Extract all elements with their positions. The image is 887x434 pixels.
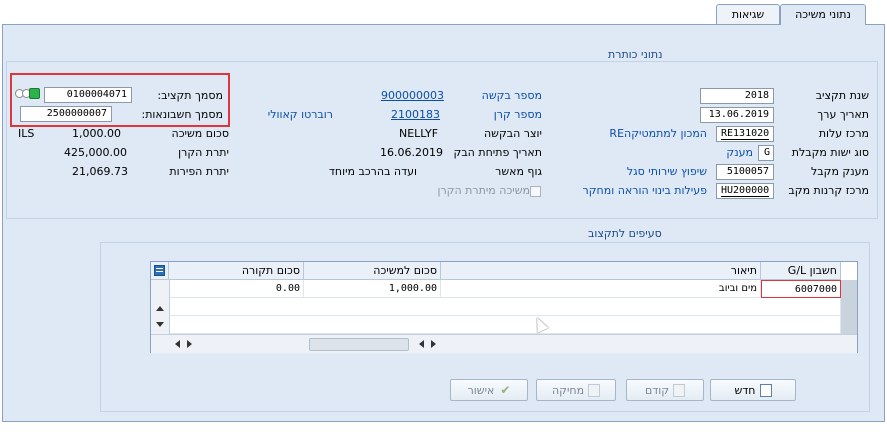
fund-no-label: מספר קרן: [493, 108, 542, 121]
highlight-box: [10, 73, 230, 127]
principal-balance-value: 425,000.00: [64, 146, 127, 159]
table-row-1-overhead[interactable]: 0.00: [169, 280, 304, 298]
tab-withdrawal-data[interactable]: נתוני משיכה: [780, 4, 866, 25]
cost-center-label: מרכז עלות: [818, 127, 869, 140]
scroll-left-icon[interactable]: [175, 340, 180, 348]
table-settings-icon[interactable]: [151, 262, 169, 280]
cost-center-value: RE131020: [721, 128, 770, 140]
column-header-overhead[interactable]: סכום תקורה: [169, 262, 304, 280]
value-date-field[interactable]: 13.06.2019: [700, 107, 774, 123]
withdrawal-amount-value: 1,000.00: [72, 127, 121, 140]
recipient-type-field[interactable]: G: [758, 145, 774, 161]
cost-center-field[interactable]: RE131020: [716, 126, 774, 142]
new-button-label: חדש: [734, 383, 756, 397]
column-header-amount[interactable]: סכום למשיכה: [304, 262, 441, 280]
delete-button[interactable]: מחיקה: [536, 379, 616, 401]
revenue-balance-value: 21,069.73: [72, 165, 128, 178]
table-row-1-amount[interactable]: 1,000.00: [304, 280, 441, 298]
fiscal-year-label: שנת תקציב: [815, 89, 869, 102]
prev-button-label: קודם: [644, 383, 670, 397]
fund-center-value: HU200000: [721, 185, 770, 197]
fund-center-desc: פעילות בינוי הוראה ומחקר: [582, 184, 707, 197]
request-no-link[interactable]: 900000003: [381, 89, 444, 102]
value-date-label: תאריך ערך: [817, 108, 869, 121]
cost-center-desc: המכון למתמטיקהRE: [609, 127, 707, 140]
fund-center-label: מרכז קרנות מקב: [788, 184, 869, 197]
header-group-title: נתוני כותרת: [608, 48, 663, 61]
scroll-right-icon-2[interactable]: [431, 340, 436, 348]
scroll-up-icon[interactable]: [156, 306, 164, 311]
scroll-left-icon-2[interactable]: [419, 340, 424, 348]
vertical-scrollbar[interactable]: [151, 280, 170, 334]
new-button[interactable]: חדש: [710, 379, 796, 401]
new-icon: [759, 383, 772, 397]
recipient-type-desc: מענק: [726, 146, 753, 159]
prev-button[interactable]: קודם: [626, 379, 704, 401]
delete-icon: [588, 383, 601, 397]
request-no-label: מספר בקשה: [481, 89, 542, 102]
tab-errors[interactable]: שגיאות: [716, 4, 780, 24]
column-header-gl[interactable]: חשבון G/L: [761, 262, 841, 280]
approve-button[interactable]: ✔ אישור: [450, 379, 528, 401]
scroll-thumb[interactable]: [309, 338, 409, 351]
fiscal-year-field[interactable]: 2018: [700, 88, 774, 104]
delete-button-label: מחיקה: [551, 383, 585, 397]
revenue-balance-label: יתרת הפירות: [169, 165, 229, 178]
recipient-grant-field[interactable]: 5100057: [716, 164, 774, 180]
approver-label: גוף מאשר: [495, 165, 542, 178]
recipient-grant-desc: שיפוץ שירותי סגל: [626, 165, 707, 178]
recipient-type-label: סוג ישות מקבלת: [791, 146, 869, 159]
principal-withdrawal-checkbox[interactable]: [530, 186, 541, 197]
creator-label: יוצר הבקשה: [483, 127, 542, 140]
approve-icon: ✔: [500, 383, 511, 397]
row-selector-column[interactable]: [841, 280, 857, 334]
recipient-grant-label: מענק מקבל: [811, 165, 869, 178]
table-row-2[interactable]: [169, 298, 841, 316]
principal-withdrawal-label: משיכה מיתרת הקרן: [437, 184, 530, 197]
approver-value: ועדה בהרכב מיוחד: [328, 165, 417, 178]
withdrawal-currency: ILS: [18, 127, 35, 140]
column-header-desc[interactable]: תיאור: [441, 262, 761, 280]
approve-button-label: אישור: [467, 383, 495, 397]
scroll-down-icon[interactable]: [156, 322, 164, 327]
table-row-3[interactable]: [169, 316, 841, 334]
prev-icon: [673, 383, 686, 397]
fund-owner: רוברטו קאוולי: [267, 108, 333, 121]
table-row-1-desc[interactable]: מים וביוב: [441, 280, 761, 298]
budget-group-title: סעיפים לתקצוב: [588, 227, 662, 240]
open-date-value: 16.06.2019: [380, 146, 443, 159]
budget-table: חשבון G/L תיאור סכום למשיכה סכום תקורה 6…: [150, 261, 858, 353]
creator-value: NELLYF: [399, 127, 439, 140]
table-row-1-gl[interactable]: 6007000: [761, 280, 841, 298]
horizontal-scrollbar[interactable]: [151, 334, 857, 353]
scroll-right-icon[interactable]: [187, 340, 192, 348]
fund-center-field[interactable]: HU200000: [716, 183, 774, 199]
open-date-label: תאריך פתיחת הבק: [453, 146, 542, 159]
principal-balance-label: יתרת הקרן: [178, 146, 229, 159]
withdrawal-amount-label: סכום משיכה: [171, 127, 229, 140]
fund-no-link[interactable]: 2100183: [391, 108, 440, 121]
